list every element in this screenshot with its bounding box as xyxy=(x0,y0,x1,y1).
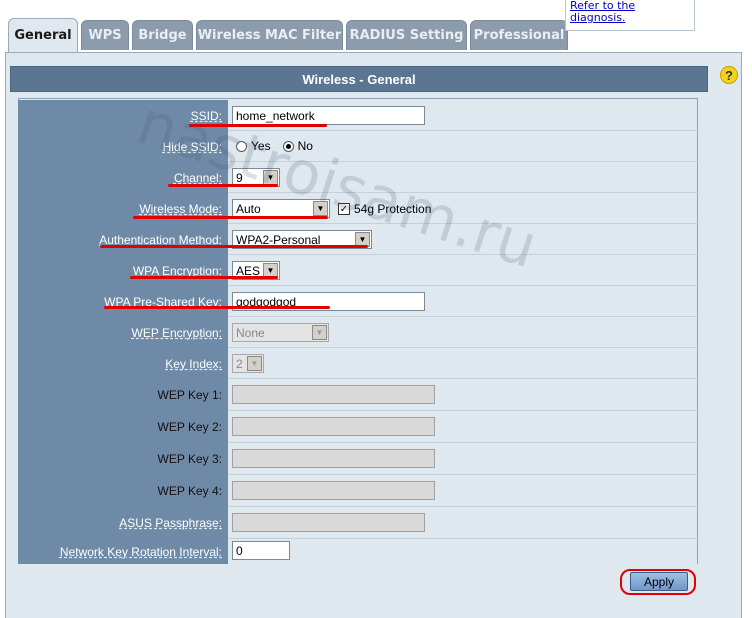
key-rotation-label[interactable]: Network Key Rotation Interval: xyxy=(18,539,228,564)
tab-radius-setting[interactable]: RADIUS Setting xyxy=(346,20,467,50)
row-asus-passphrase: ASUS Passphrase: xyxy=(18,507,698,539)
row-wireless-mode: Wireless Mode: Auto ▼ ✓ 54g Protection xyxy=(18,193,698,224)
diagnosis-box: Refer to the diagnosis. xyxy=(565,0,695,31)
wep-encryption-select: None ▼ xyxy=(232,323,329,342)
key-index-value: 2 xyxy=(236,356,243,371)
wep-key2-label: WEP Key 2: xyxy=(18,411,228,443)
ssid-input[interactable] xyxy=(232,106,425,125)
wep-key4-label: WEP Key 4: xyxy=(18,475,228,507)
wep-encryption-value: None xyxy=(236,325,265,340)
wep-key1-input xyxy=(232,385,435,404)
wireless-mode-label[interactable]: Wireless Mode: xyxy=(18,193,228,224)
hide-ssid-no-radio[interactable] xyxy=(282,140,294,152)
help-icon[interactable]: ? xyxy=(720,66,738,84)
row-wep-key4: WEP Key 4: xyxy=(18,475,698,507)
row-wep-key1: WEP Key 1: xyxy=(18,379,698,411)
channel-label[interactable]: Channel: xyxy=(18,162,228,193)
row-wpa-psk: WPA Pre-Shared Key: xyxy=(18,286,698,317)
tab-wireless-mac-filter[interactable]: Wireless MAC Filter xyxy=(196,20,343,50)
hide-ssid-label[interactable]: Hide SSID: xyxy=(18,131,228,162)
annotation-underline-ssid xyxy=(189,124,327,127)
diagnosis-link-line2[interactable]: diagnosis. xyxy=(570,11,625,24)
wep-encryption-label[interactable]: WEP Encryption: xyxy=(18,317,228,348)
annotation-underline-channel xyxy=(168,184,278,187)
tab-bridge[interactable]: Bridge xyxy=(132,20,193,50)
chevron-down-icon: ▼ xyxy=(312,325,327,340)
asus-passphrase-label[interactable]: ASUS Passphrase: xyxy=(18,507,228,539)
chevron-down-icon: ▼ xyxy=(313,201,328,216)
wep-key3-input xyxy=(232,449,435,468)
54g-protection-checkbox[interactable]: ✓ xyxy=(338,203,350,215)
tab-professional[interactable]: Professional xyxy=(470,20,568,50)
tab-general[interactable]: General xyxy=(8,18,78,52)
auth-method-label[interactable]: Authentication Method: xyxy=(18,224,228,255)
wireless-mode-value: Auto xyxy=(236,201,261,216)
54g-protection-label: 54g Protection xyxy=(354,202,432,216)
annotation-underline-wireless-mode xyxy=(133,216,328,219)
asus-passphrase-input xyxy=(232,513,425,532)
row-channel: Channel: 9 ▼ xyxy=(18,162,698,193)
row-ssid: SSID: xyxy=(18,100,698,131)
annotation-underline-wpa-encryption xyxy=(130,276,278,279)
chevron-down-icon: ▼ xyxy=(247,356,262,371)
hide-ssid-yes-label: Yes xyxy=(251,139,271,153)
apply-row: Apply xyxy=(18,564,698,598)
panel-title: Wireless - General xyxy=(10,66,708,92)
wpa-psk-label[interactable]: WPA Pre-Shared Key: xyxy=(18,286,228,317)
key-index-select: 2 ▼ xyxy=(232,354,264,373)
channel-value: 9 xyxy=(236,170,243,185)
row-wep-encryption: WEP Encryption: None ▼ xyxy=(18,317,698,348)
wep-key2-input xyxy=(232,417,435,436)
hide-ssid-no-label: No xyxy=(297,139,313,153)
annotation-circle-apply xyxy=(620,569,696,595)
hide-ssid-yes-radio[interactable] xyxy=(236,140,247,152)
wpa-encryption-label[interactable]: WPA Encryption: xyxy=(18,255,228,286)
wep-key3-label: WEP Key 3: xyxy=(18,443,228,475)
tab-bar: General WPS Bridge Wireless MAC Filter R… xyxy=(0,0,752,52)
chevron-down-icon: ▼ xyxy=(263,170,278,185)
row-key-rotation: Network Key Rotation Interval: xyxy=(18,539,698,564)
annotation-underline-wpa-psk xyxy=(104,306,330,309)
row-key-index: Key Index: 2 ▼ xyxy=(18,348,698,379)
wep-key4-input xyxy=(232,481,435,500)
key-rotation-input[interactable] xyxy=(232,541,290,560)
key-index-label[interactable]: Key Index: xyxy=(18,348,228,379)
annotation-underline-auth-method xyxy=(100,245,368,248)
row-wpa-encryption: WPA Encryption: AES ▼ xyxy=(18,255,698,286)
tab-wps[interactable]: WPS xyxy=(81,20,129,50)
row-wep-key3: WEP Key 3: xyxy=(18,443,698,475)
row-wep-key2: WEP Key 2: xyxy=(18,411,698,443)
row-auth-method: Authentication Method: WPA2-Personal ▼ xyxy=(18,224,698,255)
row-hide-ssid: Hide SSID: Yes No xyxy=(18,131,698,162)
wep-key1-label: WEP Key 1: xyxy=(18,379,228,411)
